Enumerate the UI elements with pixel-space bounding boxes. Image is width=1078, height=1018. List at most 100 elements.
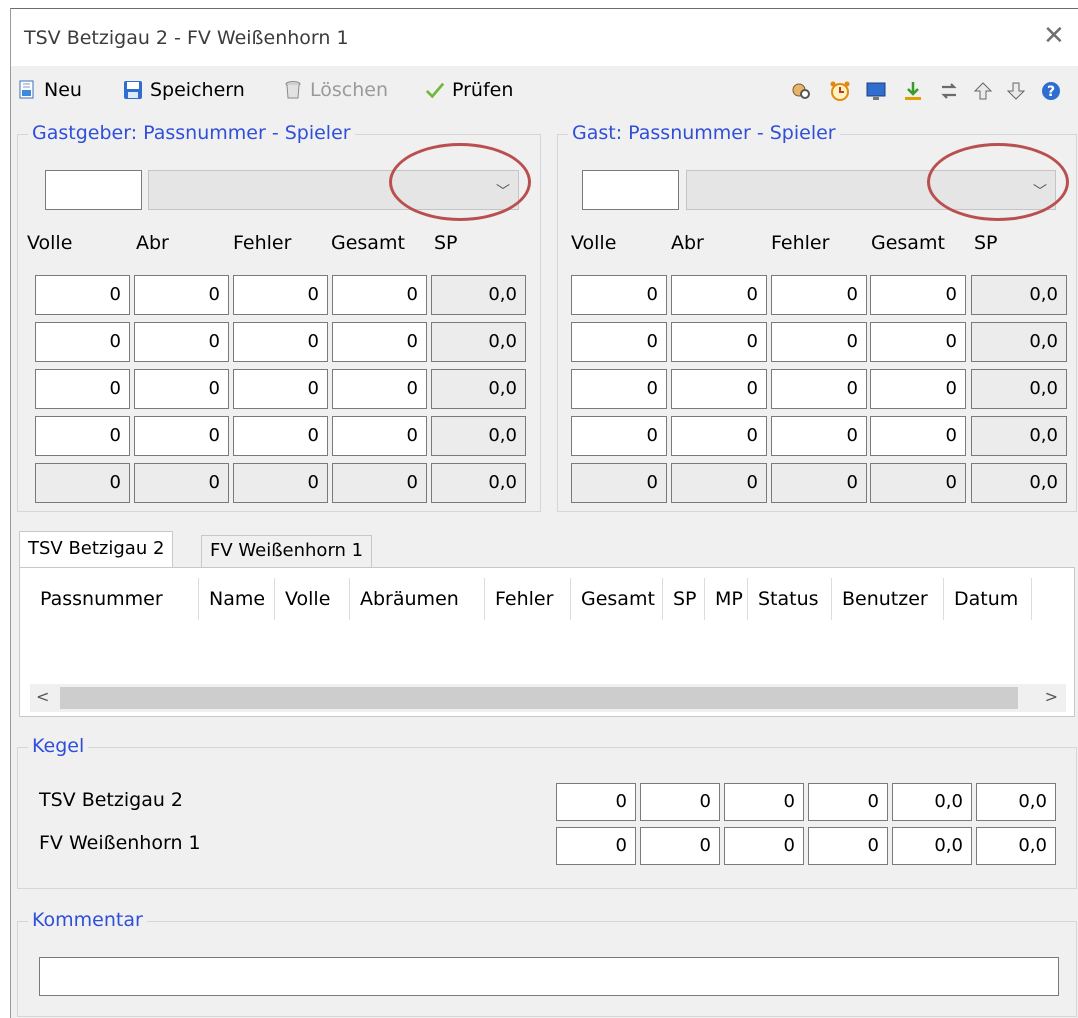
arrow-down-icon[interactable] xyxy=(1004,79,1028,103)
host-col-volle: Volle xyxy=(27,232,73,254)
guest-pass-number-input[interactable] xyxy=(582,170,679,210)
toolbar: Neu Speichern Löschen Prüfen ? xyxy=(11,71,1078,111)
guest-cell-r4-c2: 0 xyxy=(771,463,867,503)
header-mp[interactable]: MP xyxy=(705,578,748,620)
guest-cell-r0-c0[interactable]: 0 xyxy=(571,275,667,315)
guest-cell-r3-c2[interactable]: 0 xyxy=(771,416,867,456)
guest-cell-r3-c3[interactable]: 0 xyxy=(870,416,966,456)
host-cell-r4-c4: 0,0 xyxy=(431,463,526,503)
header-passnummer[interactable]: Passnummer xyxy=(30,578,199,620)
guest-cell-r4-c0: 0 xyxy=(571,463,667,503)
kegel-cell-r0-c1: 0 xyxy=(640,783,720,821)
scroll-right-icon[interactable]: > xyxy=(1045,687,1058,706)
guest-cell-r3-c0[interactable]: 0 xyxy=(571,416,667,456)
alarm-clock-icon[interactable] xyxy=(828,79,852,103)
guest-cell-r0-c1[interactable]: 0 xyxy=(671,275,767,315)
new-button[interactable]: Neu xyxy=(17,75,82,105)
guest-col-volle: Volle xyxy=(571,232,617,254)
host-cell-r1-c1[interactable]: 0 xyxy=(134,322,229,362)
header-volle[interactable]: Volle xyxy=(275,578,350,620)
guest-cell-r1-c0[interactable]: 0 xyxy=(571,322,667,362)
guest-cell-r2-c4: 0,0 xyxy=(971,369,1067,409)
tab-guest-team[interactable]: FV Weißenhorn 1 xyxy=(201,535,373,567)
kegel-cell-r0-c5: 0,0 xyxy=(976,783,1056,821)
guest-cell-r1-c1[interactable]: 0 xyxy=(671,322,767,362)
host-cell-r1-c0[interactable]: 0 xyxy=(35,322,130,362)
header-fehler[interactable]: Fehler xyxy=(485,578,571,620)
guest-group-label: Gast: Passnummer - Spieler xyxy=(568,122,840,144)
horizontal-scrollbar[interactable]: < > xyxy=(30,684,1066,712)
header-gesamt[interactable]: Gesamt xyxy=(571,578,663,620)
close-icon[interactable]: ✕ xyxy=(1043,23,1065,49)
guest-cell-r2-c1[interactable]: 0 xyxy=(671,369,767,409)
host-cell-r2-c2[interactable]: 0 xyxy=(233,369,328,409)
player-results-table: Passnummer Name Volle Abräumen Fehler Ge… xyxy=(30,578,1066,682)
kegel-cell-r1-c0: 0 xyxy=(556,827,636,865)
guest-cell-r2-c0[interactable]: 0 xyxy=(571,369,667,409)
host-cell-r4-c1: 0 xyxy=(134,463,229,503)
host-cell-r0-c1[interactable]: 0 xyxy=(134,275,229,315)
guest-cell-r3-c4: 0,0 xyxy=(971,416,1067,456)
guest-cell-r2-c2[interactable]: 0 xyxy=(771,369,867,409)
host-cell-r1-c4: 0,0 xyxy=(431,322,526,362)
guest-col-gesamt: Gesamt xyxy=(871,232,945,254)
svg-text:?: ? xyxy=(1047,84,1055,100)
scrollbar-thumb[interactable] xyxy=(60,687,1018,709)
delete-button[interactable]: Löschen xyxy=(283,75,388,105)
header-datum[interactable]: Datum xyxy=(944,578,1032,620)
host-cell-r3-c3[interactable]: 0 xyxy=(332,416,427,456)
delete-button-label: Löschen xyxy=(310,79,388,101)
kegel-cell-r0-c0: 0 xyxy=(556,783,636,821)
host-cell-r4-c0: 0 xyxy=(35,463,130,503)
guest-cell-r2-c3[interactable]: 0 xyxy=(870,369,966,409)
host-cell-r3-c0[interactable]: 0 xyxy=(35,416,130,456)
help-icon[interactable]: ? xyxy=(1039,79,1063,103)
guest-cell-r3-c1[interactable]: 0 xyxy=(671,416,767,456)
host-cell-r4-c2: 0 xyxy=(233,463,328,503)
host-cell-r0-c2[interactable]: 0 xyxy=(233,275,328,315)
dialog-window: TSV Betzigau 2 - FV Weißenhorn 1 ✕ Neu S… xyxy=(10,8,1078,1018)
title-bar: TSV Betzigau 2 - FV Weißenhorn 1 ✕ xyxy=(11,9,1078,66)
highlight-circle xyxy=(389,143,531,221)
header-name[interactable]: Name xyxy=(199,578,275,620)
kegel-cell-r1-c2: 0 xyxy=(724,827,804,865)
host-cell-r3-c2[interactable]: 0 xyxy=(233,416,328,456)
host-cell-r2-c1[interactable]: 0 xyxy=(134,369,229,409)
user-search-icon[interactable] xyxy=(789,79,813,103)
header-status[interactable]: Status xyxy=(748,578,832,620)
trash-bin-icon xyxy=(283,80,303,100)
host-col-abr: Abr xyxy=(136,232,169,254)
header-abraeumen[interactable]: Abräumen xyxy=(350,578,485,620)
host-cell-r2-c0[interactable]: 0 xyxy=(35,369,130,409)
swap-icon[interactable] xyxy=(937,79,961,103)
kegel-cell-r0-c2: 0 xyxy=(724,783,804,821)
guest-cell-r0-c2[interactable]: 0 xyxy=(771,275,867,315)
check-button[interactable]: Prüfen xyxy=(425,75,513,105)
host-col-sp: SP xyxy=(434,232,458,254)
comment-input[interactable] xyxy=(39,957,1059,996)
header-sp[interactable]: SP xyxy=(663,578,705,620)
host-cell-r3-c1[interactable]: 0 xyxy=(134,416,229,456)
guest-cell-r4-c3: 0 xyxy=(870,463,966,503)
guest-cell-r1-c3[interactable]: 0 xyxy=(870,322,966,362)
guest-col-abr: Abr xyxy=(671,232,704,254)
host-cell-r1-c2[interactable]: 0 xyxy=(233,322,328,362)
header-benutzer[interactable]: Benutzer xyxy=(832,578,944,620)
window-title: TSV Betzigau 2 - FV Weißenhorn 1 xyxy=(24,27,349,49)
host-pass-number-input[interactable] xyxy=(45,170,142,210)
monitor-icon[interactable] xyxy=(864,79,888,103)
comment-group-label: Kommentar xyxy=(28,909,147,931)
host-cell-r0-c0[interactable]: 0 xyxy=(35,275,130,315)
guest-cell-r0-c3[interactable]: 0 xyxy=(870,275,966,315)
host-cell-r1-c3[interactable]: 0 xyxy=(332,322,427,362)
kegel-cell-r1-c1: 0 xyxy=(640,827,720,865)
guest-cell-r1-c2[interactable]: 0 xyxy=(771,322,867,362)
scroll-left-icon[interactable]: < xyxy=(36,687,49,706)
kegel-cell-r1-c5: 0,0 xyxy=(976,827,1056,865)
save-button[interactable]: Speichern xyxy=(123,75,245,105)
tab-host-team[interactable]: TSV Betzigau 2 xyxy=(19,531,174,569)
arrow-up-icon[interactable] xyxy=(971,79,995,103)
download-icon[interactable] xyxy=(901,79,925,103)
host-cell-r2-c3[interactable]: 0 xyxy=(332,369,427,409)
host-cell-r0-c3[interactable]: 0 xyxy=(332,275,427,315)
